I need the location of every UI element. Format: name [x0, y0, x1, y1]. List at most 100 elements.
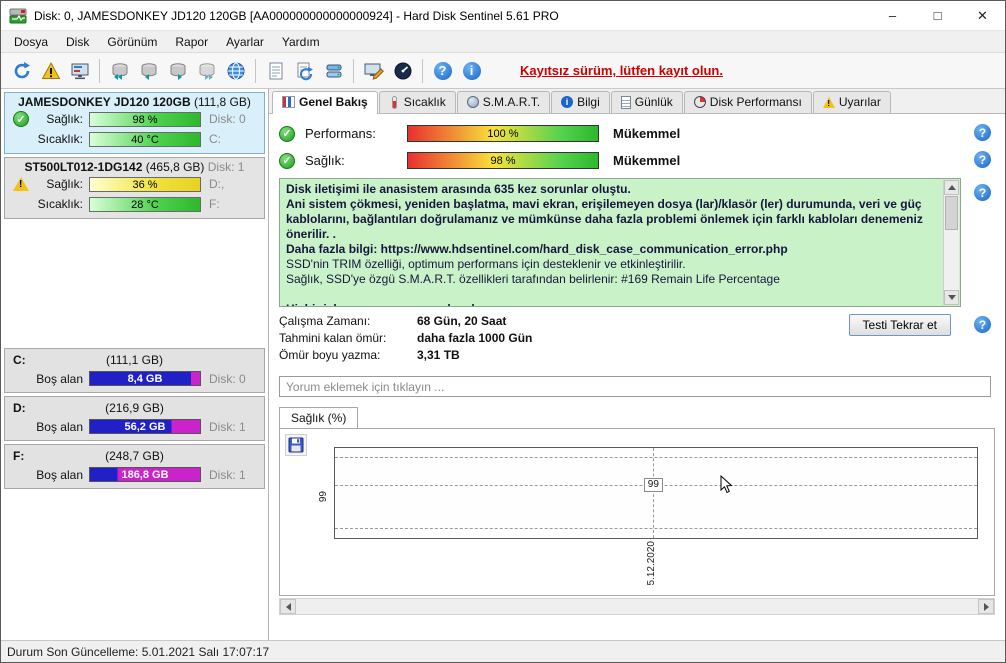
app-window: Disk: 0, JAMESDONKEY JD120 120GB [AA0000…	[0, 0, 1006, 663]
disk-0-health-row: ✓ Sağlık: 98 % Disk: 0	[9, 109, 260, 129]
tab-bar: Genel Bakış Sıcaklık S.M.A.R.T. i Bilgi …	[269, 89, 1005, 114]
health-help-icon[interactable]: ?	[974, 151, 991, 168]
health-ok-icon: ✓	[279, 152, 295, 169]
website-button[interactable]	[222, 57, 249, 84]
disk-1-header: ST500LT012-1DG142 (465,8 GB) Disk: 1	[9, 160, 260, 174]
scroll-right-icon[interactable]	[978, 599, 994, 614]
partition-letter: F:	[13, 448, 25, 463]
sidebar-partition-c[interactable]: C: (111,1 GB) Boş alan 8,4 GB Disk: 0	[4, 348, 265, 393]
health-chart-panel: 99 5.12.2020 99	[279, 428, 995, 596]
maximize-button[interactable]: □	[915, 1, 960, 30]
surface-test-icon	[364, 63, 384, 80]
close-button[interactable]: ✕	[960, 1, 1005, 30]
menu-bar: Dosya Disk Görünüm Rapor Ayarlar Yardım	[1, 31, 1005, 53]
help-icon: ?	[433, 61, 452, 80]
disk-1-temp-meter: 28 °C	[89, 196, 201, 212]
menu-rapor[interactable]: Rapor	[166, 33, 217, 51]
chart-tab-saglik[interactable]: Sağlık (%)	[279, 407, 359, 429]
first-disk-icon	[112, 62, 127, 80]
tab-gunluk[interactable]: Günlük	[610, 91, 683, 113]
menu-gorunum[interactable]: Görünüm	[98, 33, 166, 51]
refresh-report-button[interactable]	[291, 57, 318, 84]
disk-1-name: ST500LT012-1DG142	[24, 160, 143, 174]
save-chart-button[interactable]	[285, 434, 307, 456]
message-scrollbar[interactable]	[943, 180, 959, 305]
partition-letter: C:	[13, 352, 26, 367]
menu-yardim[interactable]: Yardım	[273, 33, 329, 51]
disk-monitor-icon	[71, 63, 88, 79]
disk-list-icon	[326, 64, 341, 77]
info-tab-icon: i	[561, 96, 574, 108]
performance-rating: Mükemmel	[613, 126, 681, 141]
comment-input[interactable]	[279, 376, 991, 397]
sidebar-partition-f[interactable]: F: (248,7 GB) Boş alan 186,8 GB Disk: 1	[4, 444, 265, 489]
disk-1-note: Disk: 1	[207, 160, 245, 174]
gridline-bottom	[335, 528, 977, 529]
disk-list-button[interactable]	[320, 57, 347, 84]
performance-icon	[693, 96, 706, 108]
info-button[interactable]: i	[458, 57, 485, 84]
message-line: Daha fazla bilgi: https://www.hdsentinel…	[286, 242, 788, 256]
report-button[interactable]	[262, 57, 289, 84]
menu-disk[interactable]: Disk	[57, 33, 98, 51]
disk-0-health-note: Disk: 0	[209, 112, 246, 126]
tab-bilgi[interactable]: i Bilgi	[551, 91, 610, 113]
scrollbar-thumb[interactable]	[945, 196, 958, 230]
gauge-icon	[394, 62, 411, 79]
thermometer-icon	[391, 95, 397, 109]
save-icon	[288, 437, 304, 453]
disk-1-temp-row: Sıcaklık: 28 °C F:	[9, 194, 260, 214]
retest-button[interactable]: Testi Tekrar et	[848, 314, 951, 336]
performance-help-icon[interactable]: ?	[974, 124, 991, 141]
content-area: JAMESDONKEY JD120 120GB (111,8 GB) ✓ Sağ…	[1, 89, 1005, 640]
ok-status-icon: ✓	[13, 111, 29, 127]
y-axis-tick-label: 99	[318, 491, 329, 503]
tab-disk-performansi[interactable]: Disk Performansı	[683, 91, 812, 113]
partition-letter: D:	[13, 400, 26, 415]
sidebar-partition-d[interactable]: D: (216,9 GB) Boş alan 56,2 GB Disk: 1	[4, 396, 265, 441]
warning-status-icon: !	[13, 177, 29, 191]
alert-settings-button[interactable]	[37, 57, 64, 84]
performance-monitor-button[interactable]	[389, 57, 416, 84]
help-button[interactable]: ?	[429, 57, 456, 84]
status-text: Durum Son Güncelleme: 5.01.2021 Salı 17:…	[7, 644, 270, 659]
last-disk-icon	[199, 62, 214, 80]
disk-0-temp-meter: 40 °C	[89, 131, 201, 147]
tab-sicaklik[interactable]: Sıcaklık	[378, 91, 456, 113]
scroll-down-icon[interactable]	[944, 290, 959, 305]
health-row: ✓ Sağlık: 98 % Mükemmel ?	[279, 147, 995, 174]
tab-genel-bakis[interactable]: Genel Bakış	[272, 91, 378, 114]
message-line: Disk iletişimi ile anasistem arasında 63…	[286, 182, 631, 196]
refresh-button[interactable]	[8, 57, 35, 84]
message-help-icon[interactable]: ?	[974, 184, 991, 201]
disk-monitor-button[interactable]	[66, 57, 93, 84]
partition-c-note: Disk: 0	[209, 371, 246, 386]
disk-0-size: (111,8 GB)	[193, 95, 251, 109]
register-link[interactable]: Kayıtsız sürüm, lütfen kayıt olun.	[520, 63, 723, 78]
menu-ayarlar[interactable]: Ayarlar	[217, 33, 273, 51]
partition-size: (216,9 GB)	[105, 400, 164, 415]
scroll-up-icon[interactable]	[944, 180, 959, 195]
menu-dosya[interactable]: Dosya	[5, 33, 57, 51]
minimize-button[interactable]: –	[870, 1, 915, 30]
sidebar-disk-0[interactable]: JAMESDONKEY JD120 120GB (111,8 GB) ✓ Sağ…	[4, 92, 265, 154]
health-bar: 98 %	[407, 152, 599, 169]
sidebar-disk-1[interactable]: ST500LT012-1DG142 (465,8 GB) Disk: 1 ! S…	[4, 157, 265, 219]
chart-horizontal-scrollbar[interactable]	[279, 598, 995, 615]
toolbar-separator	[353, 58, 354, 83]
first-disk-button[interactable]	[106, 57, 133, 84]
refresh-icon	[14, 61, 30, 78]
tab-uyarilar[interactable]: ! Uyarılar	[812, 91, 891, 113]
last-disk-button[interactable]	[193, 57, 220, 84]
retest-help-icon[interactable]: ?	[974, 316, 991, 333]
next-disk-icon	[170, 62, 185, 80]
disk-0-name: JAMESDONKEY JD120 120GB	[18, 95, 191, 109]
prev-disk-button[interactable]	[135, 57, 162, 84]
surface-test-button[interactable]	[360, 57, 387, 84]
scroll-left-icon[interactable]	[280, 599, 296, 614]
partition-c-free-bar: 8,4 GB	[89, 371, 201, 386]
partition-f-note: Disk: 1	[209, 467, 246, 482]
next-disk-button[interactable]	[164, 57, 191, 84]
tab-smart[interactable]: S.M.A.R.T.	[456, 91, 551, 113]
written-value: 3,31 TB	[417, 348, 460, 362]
